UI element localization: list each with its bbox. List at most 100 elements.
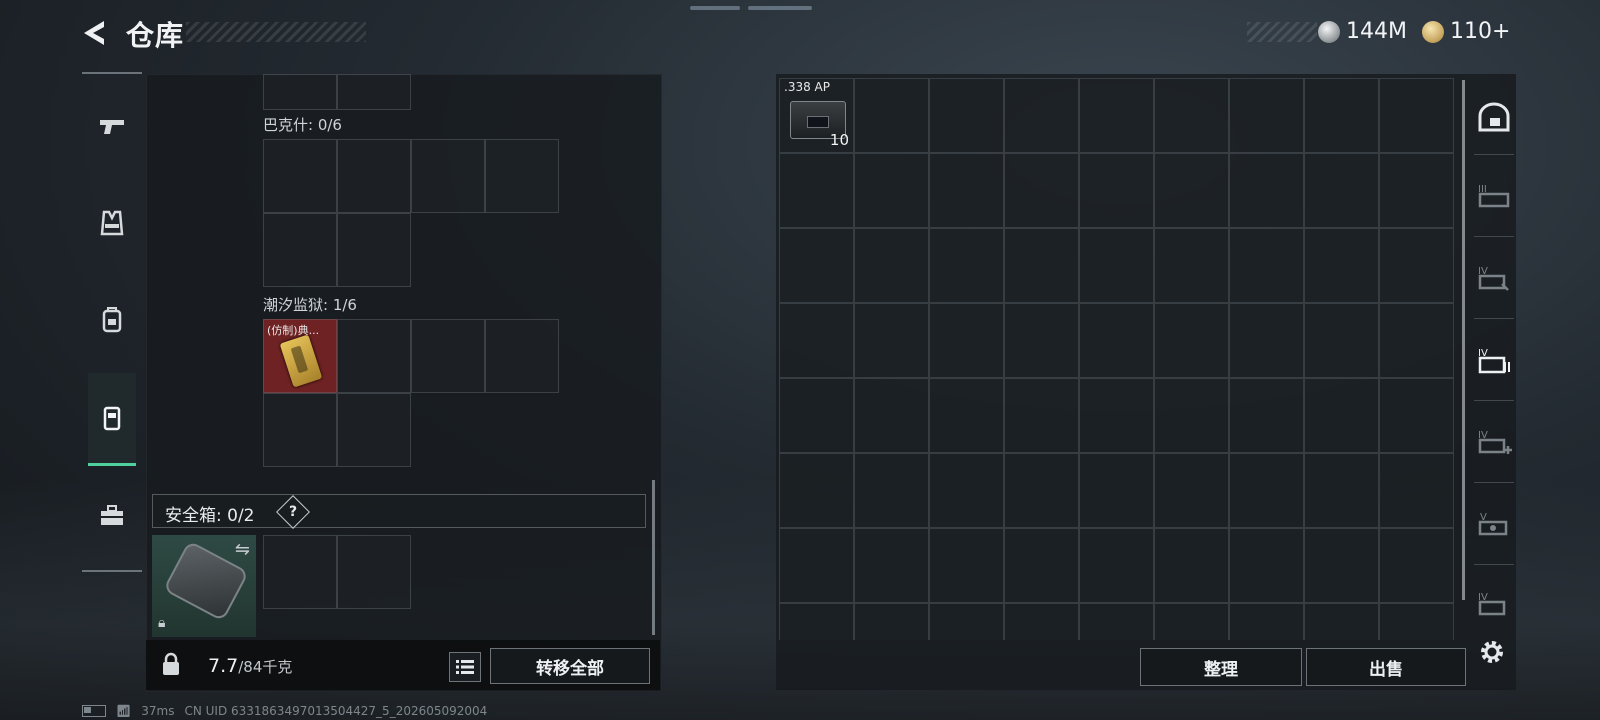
grid-cell[interactable] [337,393,411,467]
stash-grid-cell[interactable] [854,153,929,228]
stash-grid-cell[interactable] [854,528,929,603]
stash-grid-cell[interactable] [1379,228,1454,303]
sort-button[interactable]: 整理 [1140,648,1302,686]
stash-grid-cell[interactable] [1079,228,1154,303]
stash-grid-cell[interactable] [1229,153,1304,228]
stash-grid-cell[interactable] [1079,78,1154,153]
stash-grid-cell[interactable] [1379,378,1454,453]
settings-button[interactable] [1476,636,1508,668]
grid-cell[interactable] [337,213,411,287]
stash-grid-cell[interactable] [1004,153,1079,228]
grid-cell[interactable] [485,139,559,213]
stash-grid-cell[interactable] [1154,153,1229,228]
stash-grid-cell[interactable] [929,603,1004,640]
stash-grid-cell[interactable] [1154,228,1229,303]
stash-scrollbar[interactable] [1462,80,1465,600]
stash-grid-cell[interactable] [1154,528,1229,603]
nav-item-armor[interactable] [88,178,136,268]
tab-stash-4d[interactable]: IV [1472,574,1516,634]
stash-grid-cell[interactable] [779,528,854,603]
stash-grid-cell[interactable] [1229,528,1304,603]
left-panel-scrollbar[interactable] [652,480,655,635]
ammo-item[interactable]: .338 AP 10 [779,78,854,153]
stash-grid-cell[interactable] [1304,603,1379,640]
sell-button[interactable]: 出售 [1306,648,1466,686]
keycard-item[interactable]: (仿制)典... [263,319,337,393]
stash-grid-cell[interactable] [929,78,1004,153]
stash-grid-cell[interactable] [1304,153,1379,228]
stash-grid-cell[interactable] [1079,153,1154,228]
nav-item-weapons[interactable] [88,82,136,172]
back-button[interactable] [80,18,110,48]
stash-grid-cell[interactable] [1229,603,1304,640]
stash-grid-cell[interactable] [1379,528,1454,603]
help-icon[interactable]: ? [276,495,310,529]
stash-grid-cell[interactable] [1154,453,1229,528]
stash-grid-cell[interactable] [1379,603,1454,640]
safe-box-slot[interactable] [337,535,411,609]
stash-grid-cell[interactable] [929,228,1004,303]
stash-grid-cell[interactable] [1079,303,1154,378]
grid-cell[interactable] [263,139,337,213]
tab-stash-4a[interactable]: IV [1472,248,1516,308]
stash-grid-cell[interactable] [779,153,854,228]
transfer-all-button[interactable]: 转移全部 [490,648,650,684]
nav-item-containers[interactable] [88,373,136,466]
grid-cell[interactable] [263,213,337,287]
tab-stash-5[interactable]: V [1472,494,1516,554]
grid-cell[interactable] [337,74,411,110]
swap-icon[interactable]: ⇋ [235,539,250,560]
stash-grid-cell[interactable] [1304,378,1379,453]
nav-item-backpack[interactable] [88,274,136,364]
tab-stash-3[interactable]: III [1472,166,1516,226]
stash-grid-cell[interactable] [1079,603,1154,640]
tab-stash-4c[interactable]: IV [1472,412,1516,472]
currency-gold[interactable]: 110+ [1422,19,1510,44]
grid-cell[interactable] [337,139,411,213]
nav-item-toolbox[interactable] [88,470,136,560]
stash-grid-cell[interactable] [1304,303,1379,378]
stash-grid-cell[interactable] [1154,78,1229,153]
stash-grid-cell[interactable] [779,303,854,378]
stash-grid-cell[interactable] [1154,603,1229,640]
stash-grid-cell[interactable] [854,603,929,640]
stash-grid-cell[interactable] [1229,228,1304,303]
stash-grid-cell[interactable] [1379,303,1454,378]
tab-stash-main[interactable] [1472,88,1516,148]
stash-grid-cell[interactable] [929,378,1004,453]
stash-grid-cell[interactable] [854,453,929,528]
stash-grid-cell[interactable] [1154,303,1229,378]
stash-grid-cell[interactable] [1079,378,1154,453]
stash-grid-cell[interactable] [1229,378,1304,453]
stash-grid-cell[interactable] [929,453,1004,528]
stash-grid-cell[interactable] [1229,303,1304,378]
grid-cell[interactable] [411,319,485,393]
stash-grid-cell[interactable] [779,378,854,453]
tab-stash-4b[interactable]: IV [1472,330,1516,390]
stash-grid-cell[interactable] [1004,228,1079,303]
stash-grid-cell[interactable] [1379,153,1454,228]
stash-grid-cell[interactable] [1304,78,1379,153]
stash-grid-cell[interactable] [1079,453,1154,528]
grid-cell[interactable] [337,319,411,393]
stash-grid-cell[interactable] [779,603,854,640]
stash-grid-cell[interactable] [1004,303,1079,378]
stash-grid-cell[interactable] [779,228,854,303]
stash-grid-cell[interactable] [929,528,1004,603]
grid-cell[interactable] [263,74,337,110]
stash-grid-cell[interactable] [1379,453,1454,528]
stash-grid-cell[interactable] [929,303,1004,378]
stash-grid-cell[interactable] [1304,453,1379,528]
stash-grid-cell[interactable] [1304,228,1379,303]
stash-grid-cell[interactable] [1004,378,1079,453]
grid-cell[interactable] [263,393,337,467]
stash-grid-cell[interactable] [1229,453,1304,528]
stash-grid-cell[interactable] [854,378,929,453]
stash-grid-cell[interactable] [929,153,1004,228]
stash-grid-cell[interactable] [1004,528,1079,603]
list-view-button[interactable] [449,652,481,682]
grid-cell[interactable] [411,139,485,213]
stash-grid-cell[interactable] [1004,603,1079,640]
stash-grid-cell[interactable] [854,78,929,153]
stash-grid-cell[interactable] [1379,78,1454,153]
